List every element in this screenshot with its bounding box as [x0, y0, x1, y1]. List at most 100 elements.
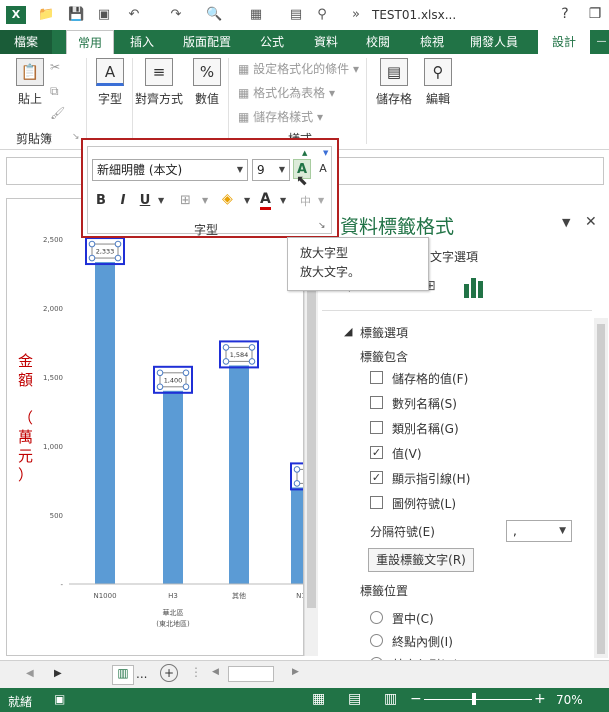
zoom-level[interactable]: 70%: [556, 693, 583, 707]
page-break-view-icon[interactable]: ▥: [384, 691, 397, 707]
number-button[interactable]: % 數值: [192, 58, 222, 107]
option-label[interactable]: 數列名稱(S): [392, 395, 457, 412]
option-checkbox[interactable]: [370, 396, 383, 409]
pane-options-icon[interactable]: ▼: [562, 216, 570, 229]
option-label[interactable]: 圖例符號(L): [392, 495, 456, 512]
chart-bar[interactable]: [291, 487, 304, 584]
font-dialog-launcher-icon[interactable]: ↘: [318, 221, 326, 231]
section-label-options[interactable]: 標籤選項: [360, 324, 408, 341]
chevron-down-icon[interactable]: ▼: [280, 196, 286, 205]
chevron-down-icon[interactable]: ▼: [158, 196, 164, 205]
chevron-down-icon[interactable]: ▼: [318, 196, 324, 205]
option-label[interactable]: 儲存格的值(F): [392, 370, 468, 387]
position-label[interactable]: 終點內側(I): [392, 633, 453, 650]
next-sheet-icon[interactable]: ▶: [54, 668, 62, 679]
save-icon[interactable]: 💾: [68, 7, 84, 23]
chart-bar[interactable]: [229, 365, 249, 584]
h-scroll-left-arrow[interactable]: ◀: [212, 667, 219, 677]
data-label[interactable]: 1,400: [164, 376, 183, 384]
reset-label-text-button[interactable]: 重設標籤文字(R): [368, 548, 474, 572]
alignment-button[interactable]: ≡ 對齊方式: [134, 58, 184, 107]
chart-area[interactable]: 2,500 2,000 1,500 1,000 500 - N1000 H3 其他 N1 華北區 (東…: [6, 198, 304, 656]
italic-button[interactable]: I: [114, 191, 132, 211]
separator-select[interactable]: , ▼: [506, 520, 572, 542]
clipboard-launcher-icon[interactable]: ↘: [72, 132, 80, 142]
tab-file[interactable]: 檔案: [0, 30, 52, 54]
section-toggle-icon[interactable]: ◢: [344, 325, 352, 338]
save-as-icon[interactable]: ▣: [96, 7, 112, 23]
tab-view[interactable]: 檢視: [410, 30, 454, 54]
underline-button[interactable]: U: [136, 191, 154, 211]
prev-sheet-icon[interactable]: ◀: [26, 668, 34, 679]
folder-icon[interactable]: 📁: [38, 7, 54, 23]
minimize-ribbon-icon[interactable]: —: [594, 30, 609, 54]
y-axis-title[interactable]: 金 額 （ 萬 元 ）: [18, 352, 33, 485]
form-icon[interactable]: ▤: [288, 7, 304, 23]
restore-button[interactable]: ❐: [584, 4, 606, 24]
help-button[interactable]: ?: [554, 4, 576, 24]
cut-icon[interactable]: ✂: [50, 60, 60, 74]
cell-styles-button[interactable]: ▦ 儲存格樣式 ▾: [238, 108, 323, 125]
tab-design[interactable]: 設計: [538, 30, 590, 54]
screenshot-icon[interactable]: ▦: [248, 7, 264, 23]
h-scroll-thumb[interactable]: [228, 666, 274, 682]
shrink-font-button[interactable]: A: [314, 159, 332, 179]
print-preview-icon[interactable]: 🔍: [206, 7, 222, 23]
bold-button[interactable]: B: [92, 191, 110, 211]
position-radio[interactable]: [370, 611, 383, 624]
tab-home[interactable]: 常用: [66, 30, 114, 54]
option-label[interactable]: 值(V): [392, 445, 422, 462]
zoom-in-button[interactable]: +: [534, 691, 546, 707]
option-checkbox[interactable]: ✓: [370, 446, 383, 459]
pane-scrollbar[interactable]: [594, 318, 608, 658]
h-scroll-right-arrow[interactable]: ▶: [292, 667, 299, 677]
tab-review[interactable]: 校閱: [356, 30, 400, 54]
find-icon[interactable]: ⚲: [314, 7, 330, 23]
tab-developer[interactable]: 開發人員: [464, 30, 524, 54]
option-checkbox[interactable]: [370, 421, 383, 434]
tab-data[interactable]: 資料: [304, 30, 348, 54]
zoom-slider[interactable]: [424, 693, 532, 705]
data-label[interactable]: 2,333: [96, 248, 115, 256]
font-name-select[interactable]: 新細明體 (本文) ▼: [92, 159, 248, 181]
redo-icon[interactable]: ↷: [168, 7, 184, 23]
format-as-table-button[interactable]: ▦ 格式化為表格 ▾: [238, 84, 335, 101]
chevron-down-icon[interactable]: ▼: [244, 196, 250, 205]
paste-button[interactable]: 📋 貼上: [10, 58, 50, 107]
font-size-select[interactable]: 9 ▼: [252, 159, 290, 181]
chart-bar[interactable]: [163, 390, 183, 584]
option-checkbox[interactable]: [370, 371, 383, 384]
chevron-down-icon[interactable]: ▼: [202, 196, 208, 205]
label-options-icon[interactable]: [462, 276, 486, 298]
normal-view-icon[interactable]: ▦: [312, 691, 325, 707]
editing-button[interactable]: ⚲ 編輯: [420, 58, 456, 107]
font-button[interactable]: A 字型: [92, 58, 128, 107]
more-sheets[interactable]: ...: [136, 667, 147, 681]
tab-formulas[interactable]: 公式: [250, 30, 294, 54]
copy-icon[interactable]: ⧉: [50, 84, 59, 99]
format-painter-icon[interactable]: 🖌: [50, 106, 65, 120]
h-scroll-left-icon[interactable]: ⋮: [190, 665, 202, 679]
fill-color-icon[interactable]: ◈: [222, 191, 233, 207]
tab-insert[interactable]: 插入: [120, 30, 164, 54]
macro-record-icon[interactable]: ▣: [54, 692, 65, 706]
conditional-format-button[interactable]: ▦ 設定格式化的條件 ▾: [238, 60, 359, 77]
option-label[interactable]: 類別名稱(G): [392, 420, 459, 437]
option-checkbox[interactable]: ✓: [370, 471, 383, 484]
chart-bar[interactable]: [95, 262, 115, 584]
tab-page-layout[interactable]: 版面配置: [176, 30, 238, 54]
cells-button[interactable]: ▤ 儲存格: [374, 58, 414, 107]
more-commands-icon[interactable]: »: [348, 7, 364, 23]
data-label[interactable]: 1,584: [230, 351, 249, 359]
close-icon[interactable]: ✕: [585, 214, 597, 230]
phonetic-icon[interactable]: 中: [300, 193, 311, 209]
option-label[interactable]: 顯示指引線(H): [392, 470, 470, 487]
zoom-out-button[interactable]: −: [410, 691, 422, 707]
zoom-slider-thumb[interactable]: [472, 693, 476, 705]
border-icon[interactable]: ⊞: [180, 193, 191, 208]
undo-icon[interactable]: ↶: [126, 7, 142, 23]
text-options-tab[interactable]: 文字選項: [430, 248, 478, 265]
option-checkbox[interactable]: [370, 496, 383, 509]
position-radio[interactable]: [370, 634, 383, 647]
sheet-tab[interactable]: ▥: [112, 665, 134, 685]
